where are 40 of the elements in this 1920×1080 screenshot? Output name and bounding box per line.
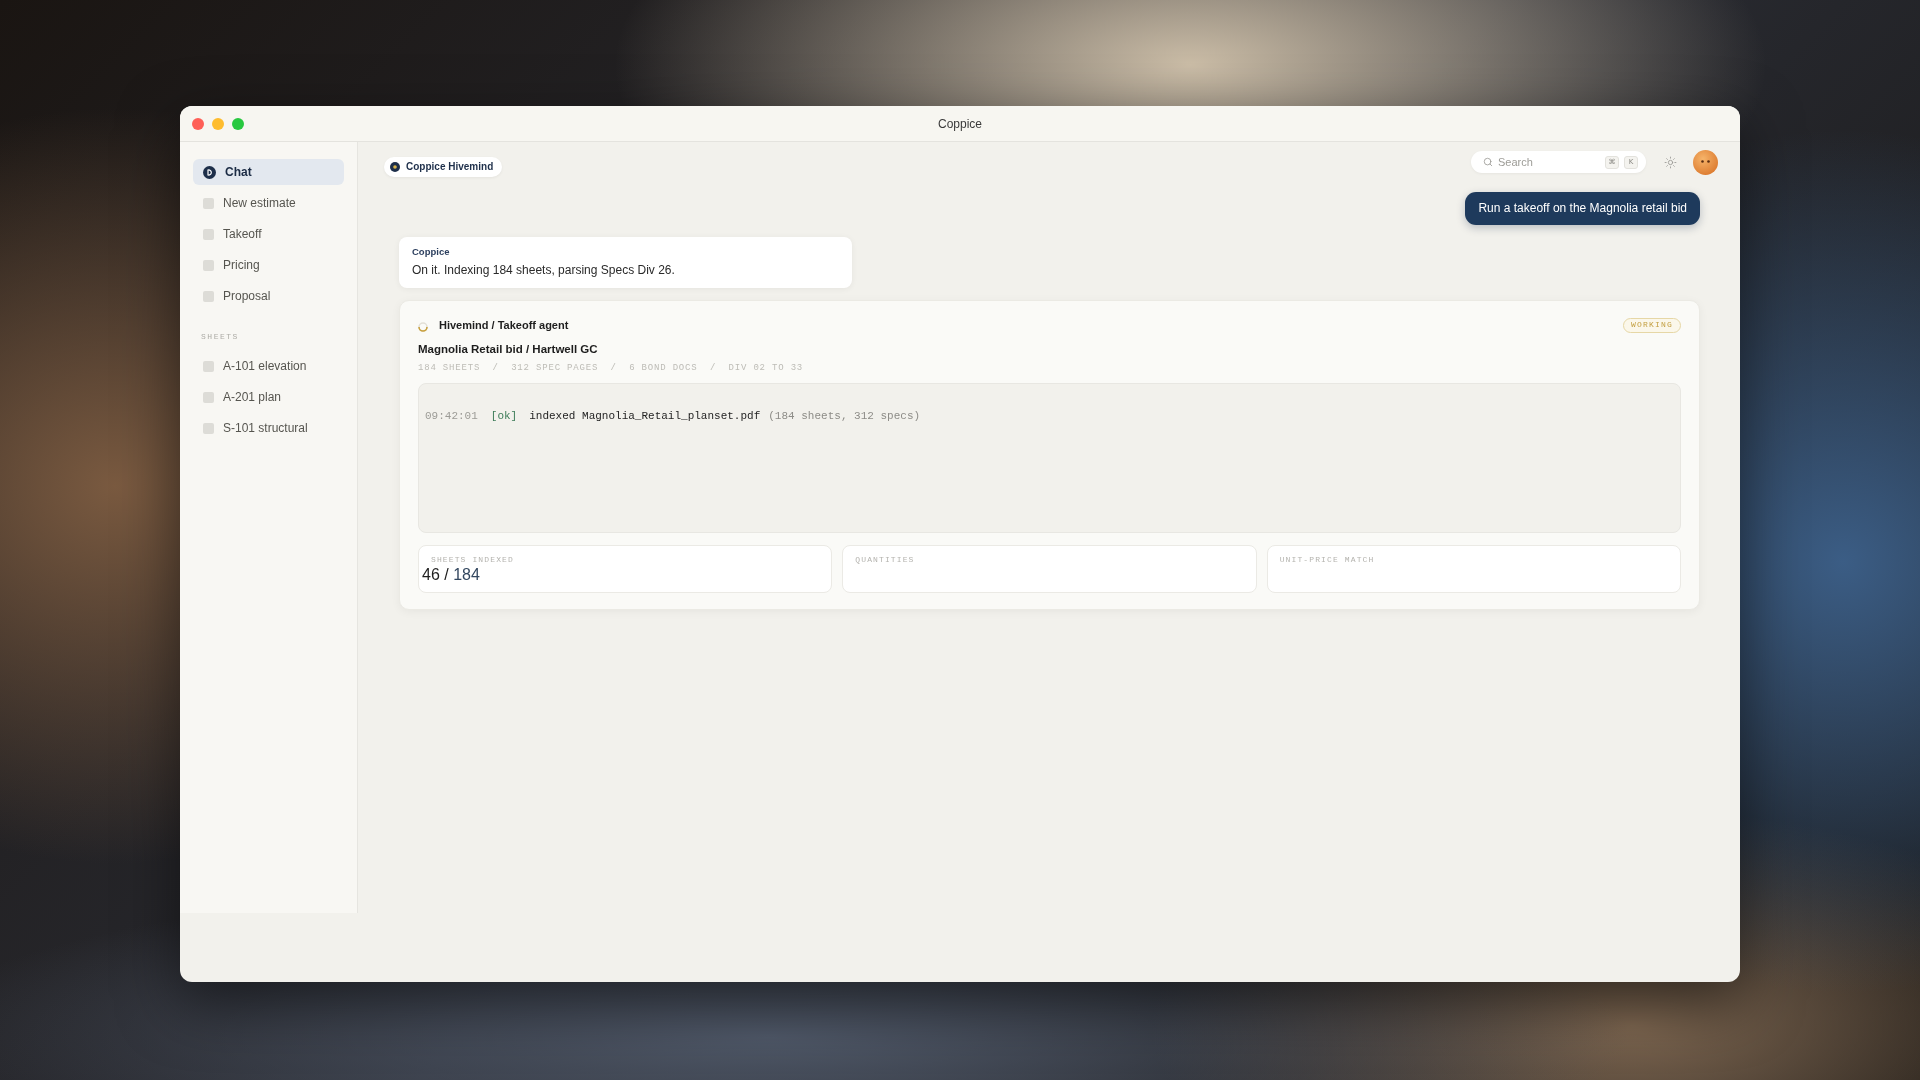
section-label: SHEETS <box>201 331 239 343</box>
log-tag: [ok] <box>490 408 518 424</box>
square-icon <box>203 422 214 434</box>
square-icon <box>203 391 214 403</box>
message-text: On it. Indexing 184 sheets, parsing Specs Div 26. <box>412 262 675 279</box>
sidebar-item[interactable]: S-101 structural <box>193 415 344 441</box>
sidebar-item[interactable]: Chat <box>193 159 344 185</box>
square-icon <box>203 197 214 209</box>
circle-logo-icon <box>390 162 400 172</box>
sidebar-item[interactable]: Takeoff <box>193 221 344 247</box>
sidebar-item[interactable]: New estimate <box>193 190 344 216</box>
log-detail: (184 sheets, 312 specs) <box>768 409 921 424</box>
sidebar-item[interactable]: Proposal <box>193 283 344 309</box>
project-title: Magnolia Retail bid / Hartwell GC <box>418 342 598 357</box>
window-title: Coppice <box>938 115 982 132</box>
log-message: indexed Magnolia_Retail_planset.pdf <box>529 409 761 424</box>
log-time: 09:42:01 <box>425 409 478 424</box>
window-minimize-button[interactable] <box>212 117 224 130</box>
stat-value: 46 / 184 <box>422 566 480 584</box>
search-icon <box>1483 157 1493 167</box>
square-icon <box>203 360 214 372</box>
avatar-icon[interactable] <box>1693 149 1718 175</box>
sidebar-item[interactable]: A-201 plan <box>193 384 344 410</box>
window-maximize-button[interactable] <box>232 117 244 130</box>
status-badge: WORKING <box>1623 317 1681 333</box>
user-message: Run a takeoff on the Magnolia retail bid <box>1465 192 1700 225</box>
sun-icon[interactable] <box>1664 155 1677 169</box>
message-author: Coppice <box>412 246 450 258</box>
sidebar-item[interactable]: A-101 elevation <box>193 353 344 379</box>
square-icon <box>203 228 214 240</box>
square-icon <box>203 290 214 302</box>
workspace-chip[interactable]: Coppice Hivemind <box>384 157 503 177</box>
sidebar-item[interactable]: Pricing <box>193 252 344 278</box>
stat-label: SHEETS INDEXED <box>431 554 514 566</box>
agent-title: Hivemind / Takeoff agent <box>439 318 569 332</box>
stat-label: UNIT-PRICE MATCH <box>1279 554 1375 566</box>
stat-label: QUANTITIES <box>855 554 915 566</box>
window-close-button[interactable] <box>192 117 204 130</box>
circle-icon <box>203 165 216 179</box>
square-icon <box>203 259 214 271</box>
